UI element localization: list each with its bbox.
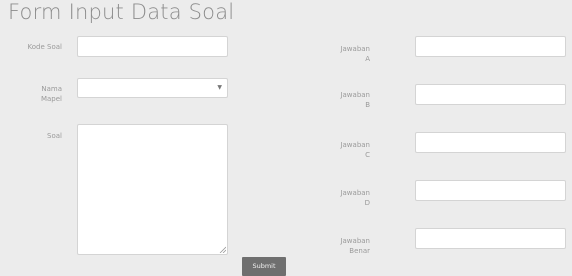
jawaban-b-label: Jawaban B bbox=[320, 90, 370, 110]
jawaban-benar-label: Jawaban Benar bbox=[320, 236, 370, 256]
jawaban-a-label-line1: Jawaban bbox=[340, 45, 370, 53]
kode-soal-input[interactable] bbox=[77, 36, 228, 57]
jawaban-b-input[interactable] bbox=[415, 84, 566, 105]
chevron-down-icon: ▼ bbox=[217, 84, 222, 91]
jawaban-c-label: Jawaban C bbox=[320, 140, 370, 160]
soal-label: Soal bbox=[47, 132, 62, 140]
jawaban-a-input[interactable] bbox=[415, 36, 566, 57]
jawaban-b-label-line1: Jawaban bbox=[340, 91, 370, 99]
soal-textarea[interactable] bbox=[77, 124, 228, 255]
page-title: Form Input Data Soal bbox=[8, 0, 235, 24]
jawaban-d-label-line2: D bbox=[364, 199, 370, 207]
jawaban-a-label-line2: A bbox=[365, 55, 370, 63]
jawaban-c-label-line1: Jawaban bbox=[340, 141, 370, 149]
jawaban-c-label-line2: C bbox=[365, 151, 370, 159]
jawaban-a-label: Jawaban A bbox=[320, 44, 370, 64]
nama-mapel-label: Nama Mapel bbox=[12, 84, 62, 104]
jawaban-d-label-line1: Jawaban bbox=[340, 189, 370, 197]
jawaban-b-label-line2: B bbox=[365, 101, 370, 109]
jawaban-benar-label-line2: Benar bbox=[349, 247, 370, 255]
resize-grip-icon[interactable] bbox=[219, 246, 226, 253]
submit-button[interactable]: Submit bbox=[242, 257, 286, 276]
kode-soal-label: Kode Soal bbox=[27, 43, 62, 51]
jawaban-benar-label-line1: Jawaban bbox=[340, 237, 370, 245]
nama-mapel-label-line1: Nama bbox=[41, 85, 62, 93]
jawaban-d-label: Jawaban D bbox=[320, 188, 370, 208]
nama-mapel-select[interactable]: ▼ bbox=[77, 78, 228, 98]
jawaban-d-input[interactable] bbox=[415, 180, 566, 201]
jawaban-c-input[interactable] bbox=[415, 132, 566, 153]
form-page: Form Input Data Soal Kode Soal Nama Mape… bbox=[0, 0, 572, 276]
jawaban-benar-input[interactable] bbox=[415, 228, 566, 249]
nama-mapel-label-line2: Mapel bbox=[40, 95, 62, 103]
